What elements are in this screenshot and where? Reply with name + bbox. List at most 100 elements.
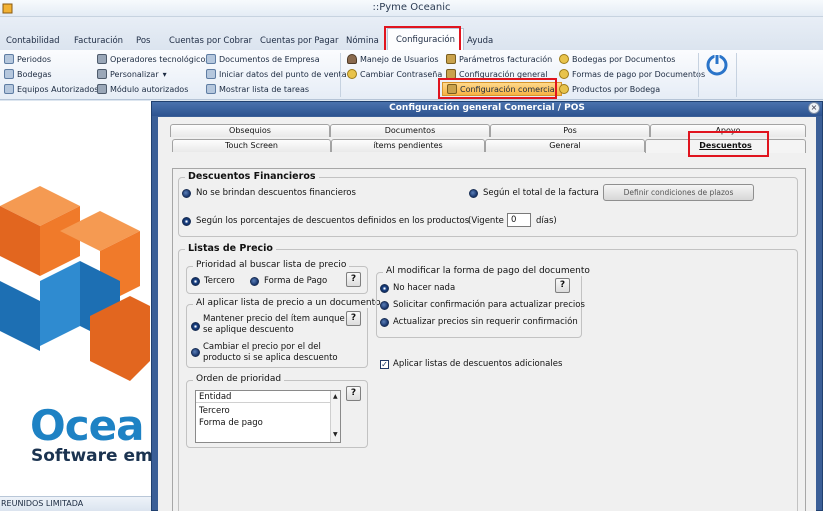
group-title: Descuentos Financieros — [185, 171, 319, 182]
module-icon — [97, 84, 107, 94]
radio-prioridad-forma-pago[interactable] — [250, 277, 259, 286]
radio-no-hacer-nada[interactable] — [380, 284, 389, 293]
tab-documentos[interactable]: Documentos — [330, 124, 490, 137]
group-prioridad-busqueda: Prioridad al buscar lista de precio Terc… — [186, 260, 368, 294]
tab-touch-screen[interactable]: Touch Screen — [172, 139, 331, 152]
chevron-down-icon: ▾ — [162, 69, 167, 79]
label-no-descuentos: No se brindan descuentos financieros — [196, 188, 356, 198]
computer-icon — [4, 84, 14, 94]
radio-actualizar-sin-confirmacion[interactable] — [380, 318, 389, 327]
radio-mantener-precio[interactable] — [191, 322, 200, 331]
label-dias: días) — [536, 216, 557, 226]
radio-solicitar-confirmacion[interactable] — [380, 301, 389, 310]
brand-tagline: Software em — [31, 446, 152, 466]
group-title: Al aplicar lista de precio a un document… — [193, 298, 384, 308]
power-icon[interactable] — [705, 52, 729, 78]
tab-apoyo[interactable]: Apoyo — [650, 124, 806, 137]
operators-icon — [97, 54, 107, 64]
key-icon — [559, 84, 569, 94]
list-item-forma-pago[interactable]: Forma de pago — [196, 418, 331, 429]
status-company: REUNIDOS LIMITADA — [1, 499, 84, 508]
status-bar: REUNIDOS LIMITADA — [0, 496, 152, 511]
label-no-hacer-nada: No hacer nada — [393, 283, 456, 293]
ribbon-equipos-autorizados[interactable]: Equipos Autorizados — [4, 84, 98, 94]
label-mantener-precio-1: Mantener precio del ítem aunque — [203, 314, 345, 324]
menu-tab-configuracion[interactable]: Configuración — [387, 28, 464, 50]
checkbox-aplicar-adicionales[interactable]: ✓ — [380, 360, 389, 369]
radio-no-descuentos[interactable] — [182, 189, 191, 198]
key-icon — [559, 69, 569, 79]
menu-tab-facturacion[interactable]: Facturación — [74, 36, 123, 46]
brand-name: Ocea — [30, 401, 144, 450]
ribbon-periodos[interactable]: Periodos — [4, 54, 51, 64]
ribbon-manejo-usuarios[interactable]: Manejo de Usuarios — [347, 54, 439, 64]
ribbon-bodegas-documentos[interactable]: Bodegas por Documentos — [559, 54, 675, 64]
label-porcentajes-productos: Según los porcentajes de descuentos defi… — [196, 216, 470, 226]
window-title: ::Pyme Oceanic — [372, 2, 451, 13]
tools-icon — [446, 54, 456, 64]
group-title: Al modificar la forma de pago del docume… — [383, 266, 593, 276]
tab-general[interactable]: General — [485, 139, 645, 152]
radio-prioridad-tercero[interactable] — [191, 277, 200, 286]
ribbon-iniciar-datos-pos[interactable]: Iniciar datos del punto de venta — [206, 69, 347, 79]
group-orden-prioridad: Orden de prioridad Entidad Tercero Forma… — [186, 374, 368, 448]
ribbon-cambiar-contrasena[interactable]: Cambiar Contraseña — [347, 69, 442, 79]
ribbon-bodegas[interactable]: Bodegas — [4, 69, 52, 79]
radio-cambiar-precio[interactable] — [191, 348, 200, 357]
ribbon-modulo-autorizados[interactable]: Módulo autorizados — [97, 84, 188, 94]
radio-total-factura[interactable] — [469, 189, 478, 198]
key-icon — [347, 69, 357, 79]
close-icon[interactable]: × — [808, 102, 820, 114]
help-prioridad-button[interactable]: ? — [346, 272, 361, 287]
warehouse-icon — [4, 69, 14, 79]
menu-tab-ayuda[interactable]: Ayuda — [467, 36, 493, 46]
scroll-up-icon[interactable]: ▲ — [333, 393, 338, 400]
help-modificar-button[interactable]: ? — [555, 278, 570, 293]
menu-tab-contabilidad[interactable]: Contabilidad — [6, 36, 60, 46]
tab-descuentos[interactable]: Descuentos — [645, 139, 806, 153]
menu-tab-cuentas-cobrar[interactable]: Cuentas por Cobrar — [169, 36, 252, 46]
task-list-icon — [206, 84, 216, 94]
ribbon-operadores-tecnologicos[interactable]: Operadores tecnológicos — [97, 54, 210, 64]
ribbon-formas-pago-documentos[interactable]: Formas de pago por Documentos — [559, 69, 705, 79]
tab-obsequios[interactable]: Obsequios — [170, 124, 330, 137]
help-aplicar-button[interactable]: ? — [346, 311, 361, 326]
ribbon-productos-bodega[interactable]: Productos por Bodega — [559, 84, 660, 94]
ribbon-personalizar[interactable]: Personalizar ▾ — [97, 69, 167, 79]
ribbon-mostrar-tareas[interactable]: Mostrar lista de tareas — [206, 84, 309, 94]
ribbon-separator — [340, 53, 341, 97]
ribbon-separator — [736, 53, 737, 97]
menu-tab-pos[interactable]: Pos — [136, 36, 150, 46]
label-cambiar-precio-1: Cambiar el precio por el del — [203, 342, 321, 352]
dialog-body: Obsequios Documentos Pos Apoyo Touch Scr… — [158, 117, 816, 511]
group-descuentos-financieros: Descuentos Financieros No se brindan des… — [178, 171, 798, 237]
ribbon-configuracion-general[interactable]: Configuración general — [446, 69, 547, 79]
group-modificar-forma-pago: Al modificar la forma de pago del docume… — [376, 266, 593, 338]
brand-logo-graphic — [0, 186, 150, 381]
document-icon — [206, 54, 216, 64]
label-prioridad-tercero: Tercero — [204, 276, 235, 286]
label-total-factura: Según el total de la factura — [483, 188, 599, 198]
menu-tab-nomina[interactable]: Nómina — [346, 36, 379, 46]
list-item-tercero[interactable]: Tercero — [196, 406, 331, 417]
scroll-down-icon[interactable]: ▼ — [333, 431, 338, 438]
calendar-icon — [4, 54, 14, 64]
key-icon — [559, 54, 569, 64]
radio-porcentajes-productos[interactable] — [182, 217, 191, 226]
vigencia-dias-input[interactable]: 0 — [507, 213, 531, 227]
users-icon — [347, 54, 357, 64]
definir-condiciones-button[interactable]: Definir condiciones de plazos — [603, 184, 754, 201]
help-orden-button[interactable]: ? — [346, 386, 361, 401]
group-aplicar-lista: Al aplicar lista de precio a un document… — [186, 298, 384, 368]
ribbon-parametros-facturacion[interactable]: Parámetros facturación — [446, 54, 552, 64]
ribbon-documentos-empresa[interactable]: Documentos de Empresa — [206, 54, 320, 64]
dialog-title: Configuración general Comercial / POS — [152, 102, 822, 116]
priority-list[interactable]: Entidad Tercero Forma de pago ▲ ▼ — [195, 390, 341, 443]
group-title: Prioridad al buscar lista de precio — [193, 260, 350, 270]
list-scrollbar[interactable]: ▲ ▼ — [330, 391, 340, 442]
menu-tab-cuentas-pagar[interactable]: Cuentas por Pagar — [260, 36, 338, 46]
title-bar: ::Pyme Oceanic — [0, 0, 823, 17]
ribbon-configuracion-comercial[interactable]: Configuración comercial — [442, 82, 562, 96]
tab-items-pendientes[interactable]: ítems pendientes — [331, 139, 485, 152]
tab-pos[interactable]: Pos — [490, 124, 650, 137]
